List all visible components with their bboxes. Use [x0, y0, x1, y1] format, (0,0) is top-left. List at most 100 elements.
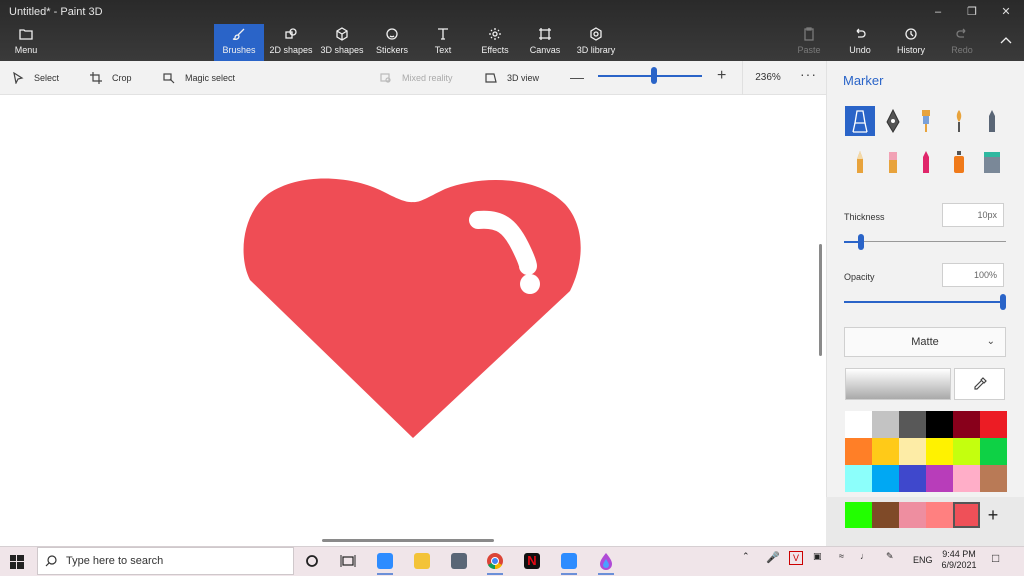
zoom-level[interactable]: 236% — [744, 61, 792, 95]
history-button[interactable]: History — [893, 24, 929, 61]
file-explorer-icon[interactable] — [410, 549, 434, 573]
notifications-icon[interactable]: □ — [992, 551, 999, 565]
close-button[interactable]: ✕ — [989, 3, 1023, 21]
mixed-reality-tool[interactable]: Mixed reality — [380, 61, 453, 95]
color-swatch[interactable] — [953, 438, 980, 465]
thickness-slider[interactable] — [844, 241, 1006, 242]
tray-overflow-icon[interactable]: ⌃ — [742, 551, 750, 562]
tab-label: Brushes — [222, 45, 256, 55]
spray-can-brush[interactable] — [944, 147, 974, 177]
color-swatch[interactable] — [845, 465, 872, 492]
3d-view-label: 3D view — [507, 73, 540, 83]
magic-select-tool[interactable]: Magic select — [163, 61, 235, 95]
tab-brushes[interactable]: Brushes — [214, 24, 264, 61]
zoom-meeting-icon[interactable] — [557, 549, 581, 575]
color-swatch[interactable] — [899, 438, 926, 465]
oil-brush[interactable] — [911, 106, 941, 136]
volume-icon[interactable]: ♩ — [860, 551, 869, 561]
wifi-icon[interactable]: ≈ — [839, 551, 844, 561]
opacity-slider-thumb[interactable] — [1000, 294, 1006, 310]
opacity-input[interactable]: 100% — [942, 263, 1004, 287]
tab-stickers[interactable]: Stickers — [370, 24, 414, 61]
color-swatch[interactable] — [899, 411, 926, 438]
eyedropper-icon — [973, 377, 987, 390]
windows-start-icon[interactable] — [10, 555, 24, 569]
custom-color-swatch[interactable] — [926, 502, 953, 528]
antivirus-icon[interactable]: V — [789, 551, 803, 565]
fill-brush[interactable] — [977, 147, 1007, 177]
language-indicator[interactable]: ENG — [913, 555, 933, 565]
menu-button[interactable]: Menu — [6, 24, 46, 61]
system-clock[interactable]: 9:44 PM 6/9/2021 — [934, 549, 984, 571]
zoom-out-button[interactable]: — — [570, 69, 584, 85]
eraser-brush[interactable] — [878, 147, 908, 177]
tab-3d-library[interactable]: 3D library — [575, 24, 617, 61]
color-swatch[interactable] — [872, 411, 899, 438]
pencil-brush[interactable] — [845, 147, 875, 177]
custom-color-swatch[interactable] — [845, 502, 872, 528]
custom-color-swatch[interactable] — [953, 502, 980, 528]
more-options-button[interactable]: ··· — [800, 66, 817, 82]
watercolor-brush[interactable] — [944, 106, 974, 136]
drawing-canvas[interactable] — [0, 96, 826, 546]
minimize-button[interactable]: – — [921, 3, 955, 21]
mixed-reality-label: Mixed reality — [402, 73, 453, 83]
stickers-icon — [370, 27, 414, 45]
pixel-pen-brush[interactable] — [977, 106, 1007, 136]
current-color-swatch[interactable] — [845, 368, 951, 400]
select-tool[interactable]: Select — [12, 61, 59, 95]
chrome-icon[interactable] — [483, 549, 507, 575]
color-swatch[interactable] — [926, 438, 953, 465]
3d-view-toggle[interactable]: 3D view — [485, 61, 539, 95]
cortana-icon[interactable] — [300, 549, 324, 573]
zoom-app-icon[interactable] — [373, 549, 397, 575]
opacity-slider[interactable] — [844, 301, 1004, 303]
custom-color-swatch[interactable] — [872, 502, 899, 528]
crayon-brush[interactable] — [911, 147, 941, 177]
color-swatch[interactable] — [845, 411, 872, 438]
crop-tool[interactable]: Crop — [90, 61, 132, 95]
tab-2d-shapes[interactable]: 2D shapes — [266, 24, 316, 61]
thickness-input[interactable]: 10px — [942, 203, 1004, 227]
color-swatch[interactable] — [980, 438, 1007, 465]
tab-3d-shapes[interactable]: 3D shapes — [318, 24, 366, 61]
paint-3d-icon[interactable] — [594, 549, 618, 575]
color-swatch[interactable] — [980, 465, 1007, 492]
color-swatch[interactable] — [926, 411, 953, 438]
zoom-slider-thumb[interactable] — [651, 67, 657, 84]
tab-canvas[interactable]: Canvas — [524, 24, 566, 61]
thickness-slider-thumb[interactable] — [858, 234, 864, 250]
finish-dropdown[interactable]: Matte ⌄ — [844, 327, 1006, 357]
microphone-icon[interactable]: 🎤 — [766, 551, 780, 564]
redo-button[interactable]: Redo — [945, 24, 979, 61]
add-color-button[interactable]: + — [981, 502, 1005, 528]
zoom-in-button[interactable]: + — [717, 67, 726, 85]
color-swatch[interactable] — [845, 438, 872, 465]
color-swatch[interactable] — [899, 465, 926, 492]
color-swatch[interactable] — [926, 465, 953, 492]
color-swatch[interactable] — [953, 411, 980, 438]
tab-text[interactable]: Text — [423, 24, 463, 61]
calligraphy-pen-brush[interactable] — [878, 106, 908, 136]
pen-icon[interactable]: ✎ — [886, 551, 894, 562]
horizontal-scrollbar[interactable] — [322, 539, 494, 542]
camera-app-icon[interactable] — [447, 549, 471, 573]
eyedropper-button[interactable] — [954, 368, 1005, 400]
color-swatch[interactable] — [872, 465, 899, 492]
zoom-slider[interactable] — [598, 75, 702, 77]
netflix-icon[interactable]: N — [520, 549, 544, 573]
marker-brush[interactable] — [845, 106, 875, 136]
color-swatch[interactable] — [872, 438, 899, 465]
collapse-ribbon-button[interactable] — [992, 24, 1020, 61]
tab-effects[interactable]: Effects — [474, 24, 516, 61]
search-placeholder: Type here to search — [66, 555, 164, 567]
color-swatch[interactable] — [980, 411, 1007, 438]
vertical-scrollbar[interactable] — [819, 244, 822, 356]
undo-button[interactable]: Undo — [843, 24, 877, 61]
maximize-button[interactable]: ❐ — [955, 3, 989, 21]
custom-color-swatch[interactable] — [899, 502, 926, 528]
task-view-icon[interactable] — [336, 549, 360, 573]
color-swatch[interactable] — [953, 465, 980, 492]
paste-button[interactable]: Paste — [792, 24, 826, 61]
device-icon[interactable]: ▣ — [813, 551, 822, 562]
